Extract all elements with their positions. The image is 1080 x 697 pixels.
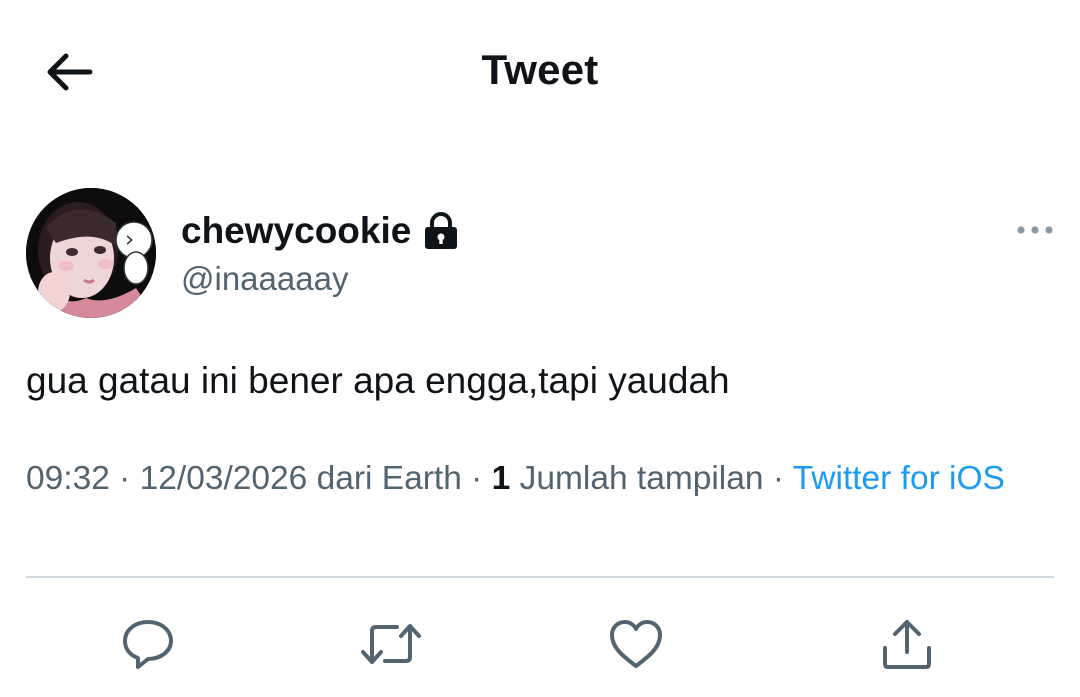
tweet-text: gua gatau ini bener apa engga,tapi yauda… (26, 360, 730, 401)
meta-separator: · (461, 460, 492, 497)
reply-button[interactable] (116, 612, 180, 676)
tweet-location: dari Earth (316, 460, 462, 497)
retweet-icon (361, 624, 421, 664)
views-count[interactable]: 1 (492, 460, 511, 497)
views-label[interactable]: Jumlah tampilan (520, 460, 764, 497)
share-upload-icon (883, 620, 931, 669)
author-name[interactable]: chewycookie (181, 208, 459, 254)
more-horizontal-icon (1017, 226, 1053, 234)
reply-bubble-icon (123, 620, 173, 669)
author-handle[interactable]: @inaaaaay (181, 258, 348, 300)
heart-icon (610, 620, 662, 668)
share-button[interactable] (875, 612, 939, 676)
lock-icon (423, 212, 459, 250)
tweet-date: 12/03/2026 (139, 460, 308, 497)
more-options-button[interactable] (1010, 212, 1060, 248)
tweet-source-link[interactable]: Twitter for iOS (793, 460, 1005, 497)
like-button[interactable] (604, 612, 668, 676)
divider (26, 576, 1054, 578)
avatar[interactable] (26, 188, 156, 318)
avatar-image (26, 188, 156, 318)
tweet-time: 09:32 (26, 460, 110, 497)
page-title: Tweet (481, 46, 599, 93)
retweet-button[interactable] (359, 612, 423, 676)
display-name-text: chewycookie (181, 210, 412, 251)
meta-separator: · (763, 460, 793, 497)
tweet-detail-screen: Tweet chewycookie @inaaaaay gua gatau in… (0, 0, 1080, 697)
meta-separator: · (109, 460, 140, 497)
tweet-meta: 09:32 · 12/03/2026 dari Earth · 1 Jumlah… (26, 455, 1046, 503)
